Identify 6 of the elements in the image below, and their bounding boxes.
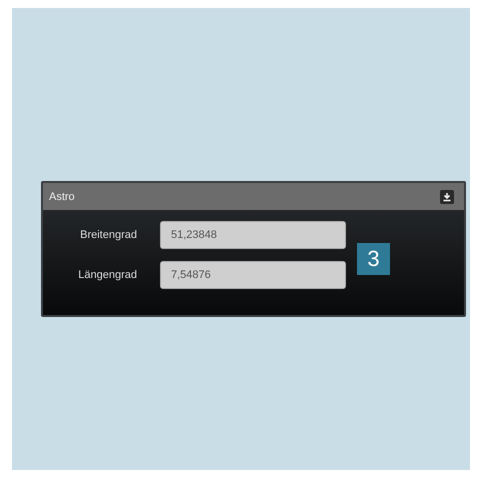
field-label: Breitengrad: [79, 229, 137, 241]
field-label: Längengrad: [77, 269, 137, 281]
input-field[interactable]: 51,23848: [160, 221, 346, 249]
callout-number: 3: [357, 243, 390, 275]
panel-title: Astro: [49, 190, 75, 202]
input-field[interactable]: 7,54876: [160, 261, 346, 289]
